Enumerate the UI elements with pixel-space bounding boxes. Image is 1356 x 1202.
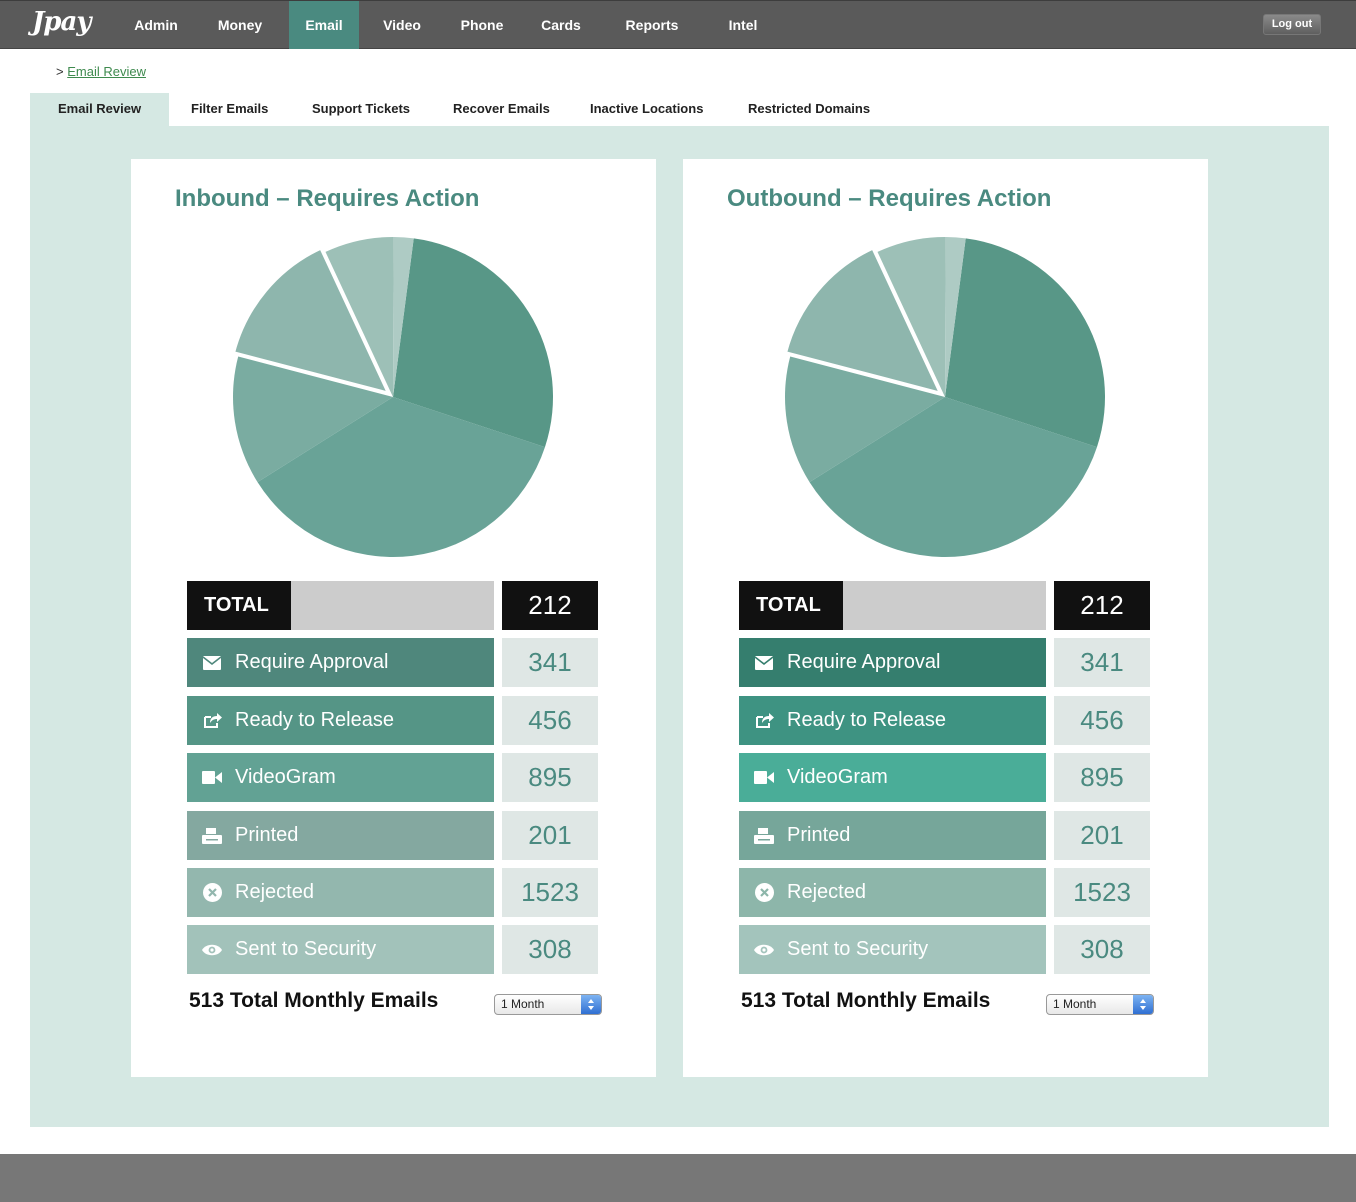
status-row-count: 201 bbox=[502, 811, 598, 860]
status-row-count: 308 bbox=[502, 925, 598, 974]
status-row-label: Sent to Security bbox=[787, 938, 929, 960]
panel-title: Inbound – Requires Action bbox=[175, 185, 480, 212]
status-row-count: 895 bbox=[1054, 753, 1150, 802]
page-footer bbox=[0, 1154, 1356, 1202]
status-row-printed[interactable]: Printed bbox=[739, 811, 1046, 860]
period-select[interactable]: 1 Month bbox=[494, 994, 602, 1015]
top-nav-bar: Jpay Admin Money Email Video Phone Cards… bbox=[0, 0, 1356, 49]
reject-circle-icon bbox=[753, 868, 775, 917]
reject-circle-icon bbox=[201, 868, 223, 917]
envelope-icon bbox=[201, 638, 223, 687]
status-row-count: 201 bbox=[1054, 811, 1150, 860]
status-row-count: 895 bbox=[502, 753, 598, 802]
nav-admin[interactable]: Admin bbox=[120, 1, 192, 49]
total-label: TOTAL bbox=[187, 581, 291, 630]
status-row-label: Rejected bbox=[787, 881, 866, 903]
nav-intel[interactable]: Intel bbox=[715, 1, 771, 49]
logout-button[interactable]: Log out bbox=[1263, 14, 1321, 35]
status-row-count: 456 bbox=[502, 696, 598, 745]
share-icon bbox=[201, 696, 223, 745]
status-row-label: Printed bbox=[235, 824, 299, 846]
status-row-label: Sent to Security bbox=[235, 938, 377, 960]
nav-phone[interactable]: Phone bbox=[447, 1, 517, 49]
status-row-label: Ready to Release bbox=[787, 709, 946, 731]
status-row-count: 456 bbox=[1054, 696, 1150, 745]
pie-chart bbox=[783, 237, 1105, 557]
tab-restricted-domains[interactable]: Restricted Domains bbox=[748, 93, 870, 126]
pie-chart bbox=[231, 237, 553, 557]
select-arrows-icon bbox=[1133, 995, 1153, 1014]
monthly-total-text: 513 Total Monthly Emails bbox=[189, 989, 439, 1012]
status-row-count: 308 bbox=[1054, 925, 1150, 974]
eye-icon bbox=[201, 925, 223, 974]
status-row-rejected[interactable]: Rejected bbox=[739, 868, 1046, 917]
status-row-ready-to-release[interactable]: Ready to Release bbox=[739, 696, 1046, 745]
panel-title: Outbound – Requires Action bbox=[727, 185, 1052, 212]
status-row-count: 1523 bbox=[502, 868, 598, 917]
total-value: 212 bbox=[502, 581, 598, 630]
status-row-videogram[interactable]: VideoGram bbox=[187, 753, 494, 802]
monthly-total-text: 513 Total Monthly Emails bbox=[741, 989, 991, 1012]
status-row-count: 1523 bbox=[1054, 868, 1150, 917]
total-value: 212 bbox=[1054, 581, 1150, 630]
status-row-rejected[interactable]: Rejected bbox=[187, 868, 494, 917]
eye-icon bbox=[753, 925, 775, 974]
status-row-require-approval[interactable]: Require Approval bbox=[739, 638, 1046, 687]
tab-email-review[interactable]: Email Review bbox=[30, 93, 170, 126]
select-arrows-icon bbox=[581, 995, 601, 1014]
period-select-value: 1 Month bbox=[501, 997, 545, 1011]
status-row-sent-to-security[interactable]: Sent to Security bbox=[187, 925, 494, 974]
nav-reports[interactable]: Reports bbox=[612, 1, 692, 49]
nav-email[interactable]: Email bbox=[289, 1, 359, 49]
status-row-count: 341 bbox=[1054, 638, 1150, 687]
tab-filter-emails[interactable]: Filter Emails bbox=[191, 93, 268, 126]
nav-money[interactable]: Money bbox=[203, 1, 277, 49]
nav-cards[interactable]: Cards bbox=[529, 1, 593, 49]
breadcrumb-link-email-review[interactable]: Email Review bbox=[67, 64, 146, 79]
total-label: TOTAL bbox=[739, 581, 843, 630]
nav-video[interactable]: Video bbox=[370, 1, 434, 49]
inbound-panel: Inbound – Requires Action TOTAL 212 Require… bbox=[131, 159, 656, 1077]
period-select[interactable]: 1 Month bbox=[1046, 994, 1154, 1015]
status-row-require-approval[interactable]: Require Approval bbox=[187, 638, 494, 687]
tab-recover-emails[interactable]: Recover Emails bbox=[453, 93, 550, 126]
period-select-value: 1 Month bbox=[1053, 997, 1097, 1011]
total-bar bbox=[291, 581, 494, 630]
status-row-videogram[interactable]: VideoGram bbox=[739, 753, 1046, 802]
share-icon bbox=[753, 696, 775, 745]
breadcrumb: > Email Review bbox=[56, 64, 146, 79]
tab-support-tickets[interactable]: Support Tickets bbox=[312, 93, 410, 126]
status-row-label: Printed bbox=[787, 824, 851, 846]
video-camera-icon bbox=[201, 753, 223, 802]
printer-icon bbox=[753, 811, 775, 860]
status-row-label: Ready to Release bbox=[235, 709, 394, 731]
printer-icon bbox=[201, 811, 223, 860]
status-row-label: Require Approval bbox=[787, 651, 941, 673]
status-row-label: Rejected bbox=[235, 881, 314, 903]
status-row-sent-to-security[interactable]: Sent to Security bbox=[739, 925, 1046, 974]
status-row-ready-to-release[interactable]: Ready to Release bbox=[187, 696, 494, 745]
status-row-count: 341 bbox=[502, 638, 598, 687]
jpay-logo[interactable]: Jpay bbox=[32, 7, 91, 37]
total-bar bbox=[843, 581, 1046, 630]
tab-inactive-locations[interactable]: Inactive Locations bbox=[590, 93, 703, 126]
video-camera-icon bbox=[753, 753, 775, 802]
status-row-label: VideoGram bbox=[787, 766, 888, 788]
status-row-label: VideoGram bbox=[235, 766, 336, 788]
envelope-icon bbox=[753, 638, 775, 687]
breadcrumb-separator: > bbox=[56, 64, 64, 79]
status-row-label: Require Approval bbox=[235, 651, 389, 673]
status-row-printed[interactable]: Printed bbox=[187, 811, 494, 860]
outbound-panel: Outbound – Requires Action TOTAL 212 Requir… bbox=[683, 159, 1208, 1077]
